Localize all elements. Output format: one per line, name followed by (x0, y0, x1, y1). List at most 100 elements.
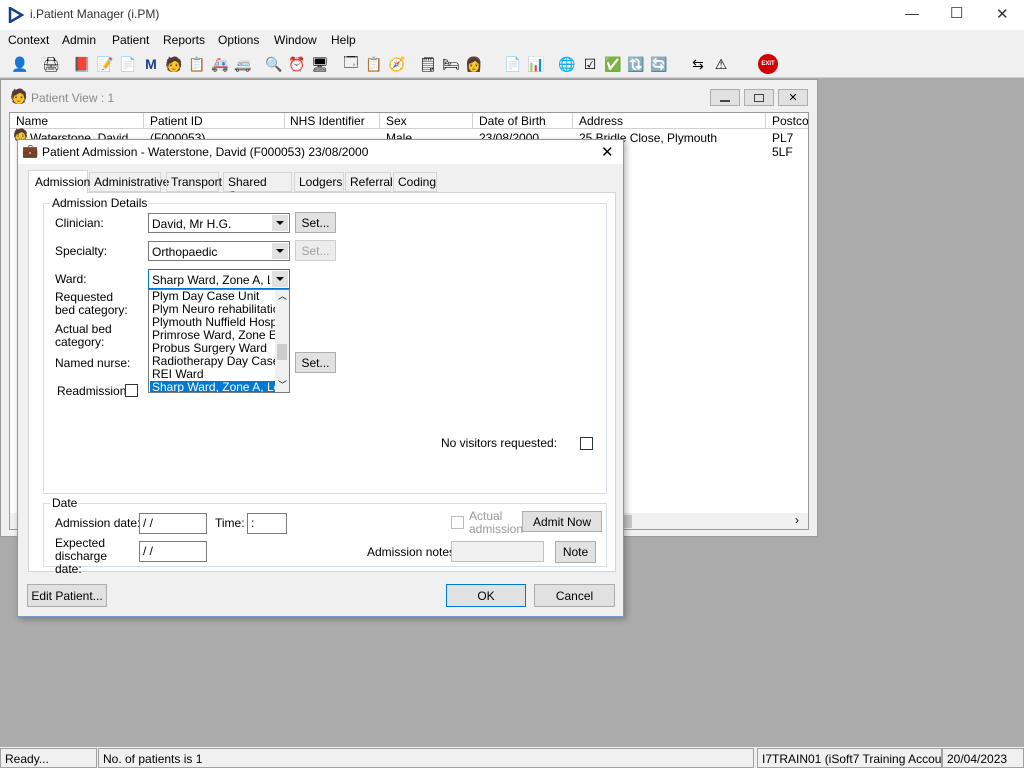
tab-referral[interactable]: Referral (345, 172, 393, 192)
document-search-icon[interactable]: 📄 (117, 53, 139, 75)
tab-shared-care[interactable]: Shared Care (223, 172, 292, 203)
admission-date-field[interactable]: / / (139, 513, 207, 534)
tab-administrative[interactable]: Administrative (89, 172, 169, 192)
menu-admin[interactable]: Admin (62, 33, 96, 47)
column-header-dob[interactable]: Date of Birth (479, 114, 546, 128)
time-field[interactable]: : (247, 513, 287, 534)
specialty-combo[interactable]: Orthopaedic (148, 241, 290, 261)
column-header-name[interactable]: Name (16, 114, 48, 128)
chevron-down-icon[interactable] (272, 271, 288, 287)
no-visitors-checkbox[interactable] (580, 437, 593, 450)
tab-transport[interactable]: Transport (166, 172, 222, 192)
menu-patient[interactable]: Patient (112, 33, 149, 47)
readmission-checkbox[interactable] (125, 384, 138, 397)
tab-coding[interactable]: Coding (393, 172, 437, 192)
chevron-down-icon[interactable] (272, 243, 288, 259)
menu-window[interactable]: Window (274, 33, 317, 47)
note-list-icon[interactable]: 🗒 (417, 53, 439, 75)
form-icon[interactable]: 📋 (186, 53, 208, 75)
scroll-up-icon[interactable]: ︿ (278, 290, 287, 302)
tab-panel: Admission Details Clinician: David, Mr H… (28, 192, 616, 576)
monitor-icon[interactable]: 🖥 (309, 53, 331, 75)
patient-view-title: Patient View : 1 (31, 91, 115, 105)
swap-arrows-icon[interactable]: ⇆ (687, 53, 709, 75)
person-icon[interactable]: 👤 (9, 53, 31, 75)
maximize-button[interactable]: ☐ (950, 4, 963, 22)
bed-transfer-icon[interactable]: 🛏 (440, 53, 462, 75)
warning-icon[interactable]: ⚠ (710, 53, 732, 75)
cancel-button[interactable]: Cancel (534, 584, 615, 607)
list-item-selected[interactable]: Sharp Ward, Zone A, Lev (150, 381, 275, 392)
globe-icon[interactable]: 🌐 (556, 53, 578, 75)
green-arrows-icon[interactable]: 🔃 (625, 53, 647, 75)
tab-admission[interactable]: Admission (28, 170, 90, 193)
admission-notes-field[interactable] (451, 541, 544, 562)
ok-button[interactable]: OK (446, 584, 526, 607)
list-item[interactable]: REI Ward (150, 368, 275, 381)
tick-list-icon[interactable]: ✅ (602, 53, 624, 75)
letter-m-icon[interactable]: M (140, 53, 162, 75)
list-item[interactable]: Probus Surgery Ward (150, 342, 275, 355)
dial-icon[interactable]: 🧭 (386, 53, 408, 75)
list-item[interactable]: Radiotherapy Day Case W (150, 355, 275, 368)
chart-icon[interactable]: 📊 (525, 53, 547, 75)
cell-postcode: PL7 5LF (772, 131, 794, 159)
doctor-icon[interactable]: 🧑 (163, 53, 185, 75)
list-item[interactable]: Plym Neuro rehabilitation U (150, 303, 275, 316)
status-date: 20/04/2023 (942, 748, 1024, 768)
book-icon[interactable]: 📕 (71, 53, 93, 75)
clock-icon[interactable]: ⏰ (286, 53, 308, 75)
screen-icon[interactable]: 🗔 (340, 53, 362, 75)
list-item[interactable]: Plym Day Case Unit (150, 290, 275, 303)
column-header-sex[interactable]: Sex (386, 114, 407, 128)
tab-lodgers-label: Lodgers (299, 175, 343, 189)
clipboard-icon[interactable]: 📋 (363, 53, 385, 75)
ambulance-icon[interactable]: 🚑 (209, 53, 231, 75)
tab-administrative-label: Administrative (94, 175, 170, 189)
checklist-icon[interactable]: ☑ (579, 53, 601, 75)
tab-lodgers[interactable]: Lodgers (294, 172, 344, 192)
column-header-patient-id[interactable]: Patient ID (150, 114, 203, 128)
search-list-icon[interactable]: 🔍 (263, 53, 285, 75)
list-item[interactable]: Plymouth Nuffield Hospital (150, 316, 275, 329)
column-header-postcode[interactable]: Postcode (772, 114, 808, 128)
scroll-right-icon[interactable]: › (795, 513, 799, 527)
clinician-set-button[interactable]: Set... (295, 212, 336, 233)
menu-context[interactable]: Context (8, 33, 49, 47)
dropdown-scroll-thumb[interactable] (277, 344, 287, 360)
printer-icon[interactable]: 🖨 (40, 53, 62, 75)
column-header-nhs-identifier[interactable]: NHS Identifier (290, 114, 365, 128)
menu-help[interactable]: Help (331, 33, 356, 47)
expected-discharge-field[interactable]: / / (139, 541, 207, 562)
specialty-set-button[interactable]: Set... (295, 240, 336, 261)
exit-icon[interactable]: EXIT (757, 53, 779, 75)
chevron-down-icon[interactable] (272, 215, 288, 231)
vehicle-icon[interactable]: 🚐 (232, 53, 254, 75)
app-title: i.Patient Manager (i.PM) (30, 7, 160, 21)
ward-combo[interactable]: Sharp Ward, Zone A, Lev (148, 269, 290, 289)
minimize-button[interactable]: — (905, 5, 919, 21)
patient-view-restore-button[interactable] (744, 89, 774, 106)
nurse-icon[interactable]: 👩 (463, 53, 485, 75)
edit-patient-button[interactable]: Edit Patient... (27, 584, 107, 607)
ward-dropdown-list[interactable]: Plym Day Case Unit Plym Neuro rehabilita… (148, 289, 290, 393)
menu-reports[interactable]: Reports (163, 33, 205, 47)
close-app-button[interactable]: ✕ (996, 5, 1009, 23)
patient-view-close-button[interactable]: ✕ (778, 89, 808, 106)
patient-view-minimize-button[interactable] (710, 89, 740, 106)
notes-edit-icon[interactable]: 📝 (94, 53, 116, 75)
admit-now-button[interactable]: Admit Now (522, 511, 602, 532)
named-nurse-set-button[interactable]: Set... (295, 352, 336, 373)
list-item[interactable]: Primrose Ward, Zone E, L (150, 329, 275, 342)
actual-admission-checkbox[interactable] (451, 516, 464, 529)
clinician-combo[interactable]: David, Mr H.G. (148, 213, 290, 233)
expected-discharge-value: / / (143, 544, 154, 558)
dropdown-scrollbar[interactable]: ︿ ﹀ (275, 290, 289, 392)
blank-document-icon[interactable]: 📄 (502, 53, 524, 75)
note-button[interactable]: Note (555, 541, 596, 563)
refresh-arrows-icon[interactable]: 🔄 (648, 53, 670, 75)
menu-options[interactable]: Options (218, 33, 259, 47)
scroll-down-icon[interactable]: ﹀ (278, 378, 287, 391)
dialog-close-icon[interactable]: ✕ (601, 143, 614, 161)
column-header-address[interactable]: Address (579, 114, 623, 128)
